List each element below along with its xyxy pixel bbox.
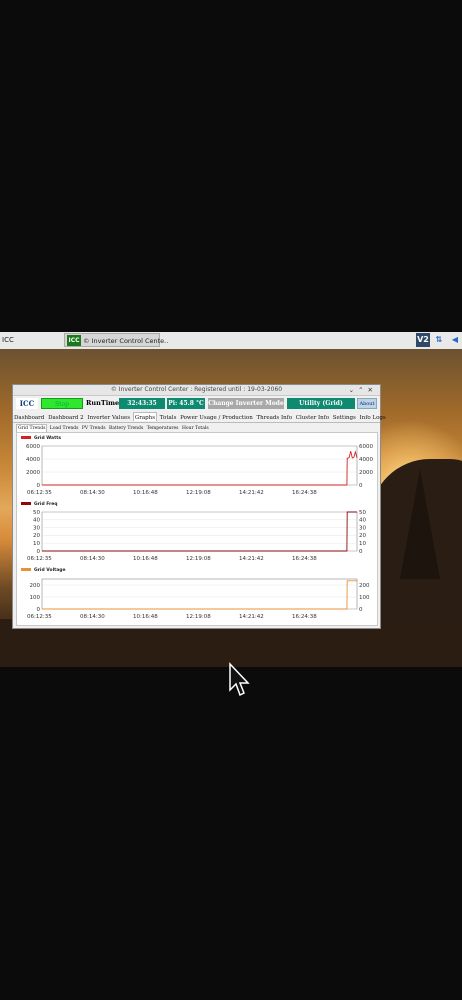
legend-swatch <box>21 568 31 571</box>
x-tick-label: 12:19:08 <box>186 556 211 562</box>
updown-arrows-icon[interactable]: ⇅ <box>432 333 446 347</box>
taskbar-window-button[interactable]: ICC © Inverter Control Cente.. <box>64 333 168 347</box>
tab-graphs[interactable]: Graphs <box>132 412 158 421</box>
change-inverter-mode-button[interactable]: Change Inverter Mode <box>208 398 284 409</box>
y-tick-label-right: 2000 <box>359 470 373 476</box>
tab-power-usage[interactable]: Power Usage / Production <box>179 413 254 422</box>
icc-window: © Inverter Control Center : Registered u… <box>12 384 386 629</box>
chart-1: Grid Watts 0 0 2000 2000 4000 4000 6000 6000 06:1… <box>21 435 373 496</box>
stop-button[interactable]: Stop <box>41 398 83 409</box>
x-tick-label: 06:12:35 <box>27 614 52 620</box>
toolbar: ICC Stop RunTime 32:43:35 Pi: 45.8 °C Ch… <box>13 397 380 411</box>
y-tick-label-left: 50 <box>33 510 40 516</box>
x-tick-label: 08:14:30 <box>80 556 105 562</box>
x-tick-label: 10:16:48 <box>133 556 158 562</box>
y-tick-label-right: 200 <box>359 583 370 589</box>
x-tick-label: 14:21:42 <box>239 614 264 620</box>
x-tick-label: 12:19:08 <box>186 614 211 620</box>
x-tick-label: 16:24:38 <box>292 556 317 562</box>
chart-2: Grid Freq0 010 1020 2030 3040 4050 5006:12:35 0… <box>21 501 366 562</box>
tab-settings[interactable]: Settings <box>332 413 357 422</box>
x-tick-label: 10:16:48 <box>133 490 158 496</box>
subtab-grid-trends[interactable]: Grid Trends <box>16 424 48 432</box>
y-tick-label-left: 2000 <box>26 470 40 476</box>
y-tick-label-right: 0 <box>359 549 363 555</box>
plot-area <box>41 578 358 610</box>
y-tick-label-left: 4000 <box>26 457 40 463</box>
x-tick-label: 12:19:08 <box>186 490 211 496</box>
charts-panel: Grid Watts 0 0 2000 2000 4000 4000 6000 6000 06:1… <box>16 432 378 626</box>
tab-dashboard[interactable]: Dashboard <box>13 413 45 422</box>
utility-mode-status: Utility (Grid) <box>287 398 355 409</box>
tab-totals[interactable]: Totals <box>159 413 178 422</box>
charts-svg: Grid Watts0 02000 20004000 40006000 600006:1… <box>21 435 373 620</box>
y-tick-label-left: 200 <box>30 583 41 589</box>
tab-cluster-info[interactable]: Cluster Info <box>295 413 330 422</box>
x-tick-label: 10:16:48 <box>133 614 158 620</box>
window-controls: ⌄⌃✕ <box>349 385 377 395</box>
y-tick-label-left: 40 <box>33 518 40 524</box>
runtime-label: RunTime <box>86 399 120 407</box>
main-tabs: Dashboard Dashboard 2 Inverter Values Gr… <box>13 412 386 423</box>
about-button[interactable]: About <box>357 398 377 409</box>
taskbar-app-label[interactable]: ICC <box>2 336 14 344</box>
x-tick-label: 08:14:30 <box>80 490 105 496</box>
y-tick-label-left: 10 <box>33 541 40 547</box>
tab-inverter-values[interactable]: Inverter Values <box>86 413 131 422</box>
tab-info-logs[interactable]: Info Logs <box>359 413 387 422</box>
y-tick-label-left: 30 <box>33 525 40 531</box>
plot-area <box>41 511 358 552</box>
system-tray: V2 ⇅ ◀ <box>414 333 462 348</box>
y-tick-label-right: 0 <box>359 483 363 489</box>
y-tick-label-left: 0 <box>37 607 41 613</box>
chart-3: Grid Voltage 0 0 100 100 200 200 06:12:35 08:14:… <box>21 567 370 620</box>
y-tick-label-left: 100 <box>30 595 41 601</box>
y-tick-label-right: 100 <box>359 595 370 601</box>
y-tick-label-right: 10 <box>359 541 366 547</box>
chart-title: Grid Watts <box>34 435 61 441</box>
chart-title: Grid Freq <box>34 501 58 507</box>
x-tick-label: 14:21:42 <box>239 490 264 496</box>
x-tick-label: 16:24:38 <box>292 614 317 620</box>
tab-dashboard-2[interactable]: Dashboard 2 <box>47 413 85 422</box>
minimize-icon[interactable]: ⌄ <box>349 386 358 394</box>
x-tick-label: 16:24:38 <box>292 490 317 496</box>
legend-swatch <box>21 502 31 505</box>
taskbar-window-title: © Inverter Control Cente.. <box>83 337 169 345</box>
y-tick-label-left: 0 <box>37 549 41 555</box>
y-tick-label-right: 30 <box>359 525 366 531</box>
icc-logo-icon: ICC <box>67 335 81 346</box>
x-tick-label: 06:12:35 <box>27 490 52 496</box>
y-tick-label-right: 6000 <box>359 444 373 450</box>
runtime-value: 32:43:35 <box>119 398 165 409</box>
plot-area <box>41 445 358 486</box>
close-icon[interactable]: ✕ <box>368 386 377 394</box>
x-tick-label: 06:12:35 <box>27 556 52 562</box>
wallpaper-pagoda <box>400 469 440 579</box>
legend-swatch <box>21 436 31 439</box>
y-tick-label-left: 0 <box>37 483 41 489</box>
x-tick-label: 14:21:42 <box>239 556 264 562</box>
y-tick-label-left: 6000 <box>26 444 40 450</box>
taskbar: ICC ICC © Inverter Control Cente.. V2 ⇅ ◀ <box>0 332 462 350</box>
window-title: © Inverter Control Center : Registered u… <box>110 386 283 393</box>
tab-threads-info[interactable]: Threads Info <box>256 413 294 422</box>
window-titlebar[interactable]: © Inverter Control Center : Registered u… <box>13 385 380 396</box>
y-tick-label-right: 40 <box>359 518 366 524</box>
y-tick-label-right: 0 <box>359 607 363 613</box>
pi-temperature: Pi: 45.8 °C <box>167 398 205 409</box>
maximize-icon[interactable]: ⌃ <box>358 386 367 394</box>
y-tick-label-right: 50 <box>359 510 366 516</box>
speaker-icon[interactable]: ◀ <box>448 333 462 347</box>
y-tick-label-left: 20 <box>33 533 40 539</box>
y-tick-label-right: 4000 <box>359 457 373 463</box>
y-tick-label-right: 20 <box>359 533 366 539</box>
chart-title: Grid Voltage <box>34 567 66 573</box>
icc-logo: ICC <box>16 398 38 409</box>
mouse-pointer-icon <box>229 662 250 697</box>
vnc-icon[interactable]: V2 <box>416 333 430 347</box>
x-tick-label: 08:14:30 <box>80 614 105 620</box>
